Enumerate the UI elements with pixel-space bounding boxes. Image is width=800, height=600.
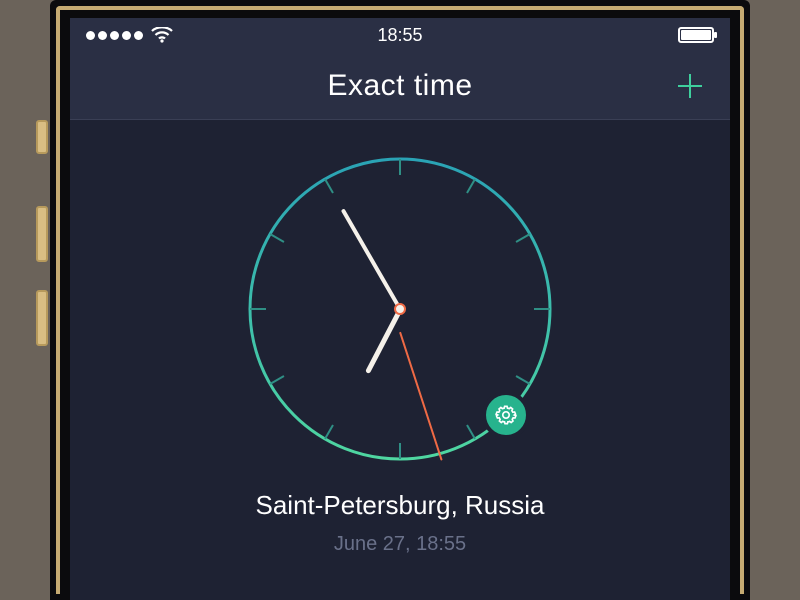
gear-icon (495, 404, 517, 426)
wifi-icon (151, 27, 173, 43)
statusbar-time: 18:55 (377, 25, 422, 46)
location-name: Saint-Petersburg, Russia (255, 490, 544, 521)
battery-icon (678, 27, 714, 43)
plus-icon (675, 71, 705, 101)
add-button[interactable] (672, 68, 708, 104)
page-title: Exact time (327, 69, 472, 103)
signal-strength-icon (86, 31, 143, 40)
location-subtitle: June 27, 18:55 (334, 533, 466, 556)
status-bar: 18:55 (70, 18, 730, 52)
app-screen: 18:55 Exact time (70, 18, 730, 600)
phone-side-buttons (36, 120, 48, 374)
clock-settings-button[interactable] (482, 391, 530, 439)
analog-clock (245, 154, 555, 464)
nav-bar: Exact time (70, 52, 730, 120)
clock-section: Saint-Petersburg, Russia June 27, 18:55 (70, 120, 730, 556)
clock-hub (394, 303, 406, 315)
